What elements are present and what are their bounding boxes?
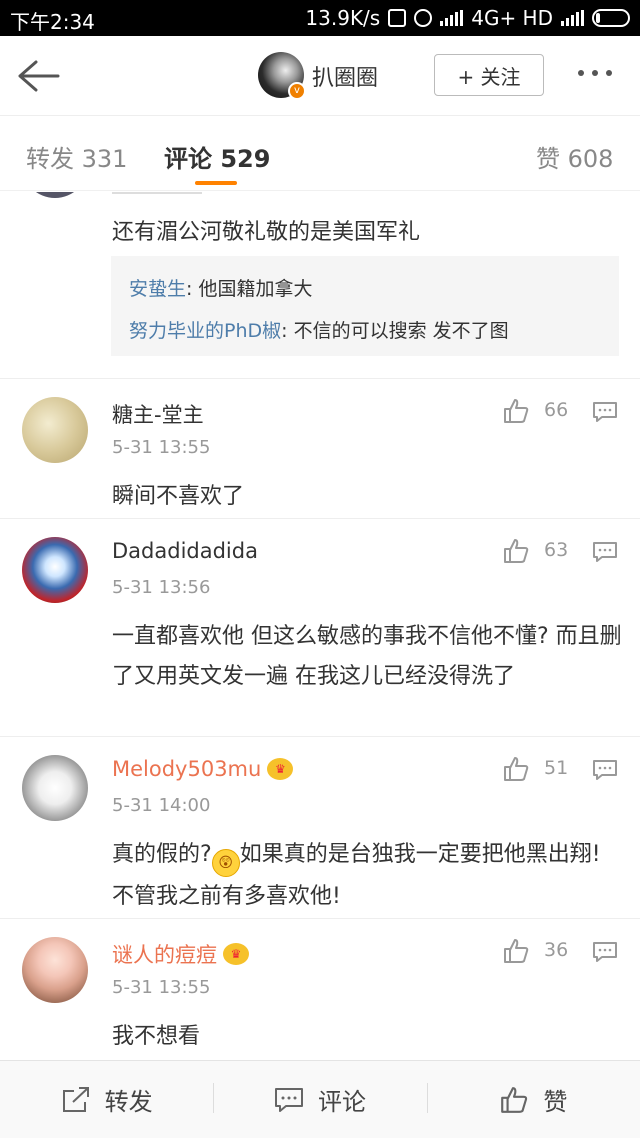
comment-button[interactable]: 评论 <box>213 1061 426 1138</box>
avatar[interactable] <box>22 192 88 198</box>
avatar[interactable] <box>22 937 88 1003</box>
status-right: 13.9K/s 4G+ HD <box>305 6 630 30</box>
comment-item[interactable]: 糖主-堂主 5-31 13:55 66 瞬间不喜欢了 <box>0 378 640 518</box>
comment-text: 真的假的? 😲 如果真的是台独我一定要把他黑出翔! 不管我之前有多喜欢他! <box>112 842 601 909</box>
status-bar: 下午2:34 13.9K/s 4G+ HD <box>0 0 640 36</box>
reply-text: : 不信的可以搜索 发不了图 <box>281 320 509 342</box>
like-count: 36 <box>544 939 569 961</box>
signal2-icon <box>561 10 584 26</box>
thumbs-up-icon[interactable] <box>502 537 530 565</box>
mute-icon <box>388 9 407 27</box>
thumbs-up-icon[interactable] <box>502 397 530 425</box>
comment-item[interactable]: Melody503mu ♛ 5-31 14:00 51 真的假的? 😲 如果真的是台独… <box>0 736 640 918</box>
reply-icon[interactable] <box>592 401 618 423</box>
tab-bar: 转发 331 评论 529 赞 608 <box>0 117 640 191</box>
comment-date: 5-31 13:55 <box>112 437 211 458</box>
tab-active-indicator <box>195 181 237 185</box>
tab-repost[interactable]: 转发 331 <box>26 139 127 174</box>
comment-icon <box>274 1087 303 1112</box>
tab-comments[interactable]: 评论 529 <box>164 139 270 174</box>
like-count: 66 <box>544 399 569 421</box>
comment-author[interactable]: Melody503mu ♛ <box>112 757 294 781</box>
like-count: 51 <box>544 757 569 779</box>
vip-crown-icon: ♛ <box>223 943 249 965</box>
comment-text: 一直都喜欢他 但这么敏感的事我不信他不懂? 而且删了又用英文发一遍 在我这儿已经… <box>112 624 622 689</box>
repost-icon <box>62 1086 89 1112</box>
thumbs-up-icon[interactable] <box>502 937 530 965</box>
comment-author[interactable]: Dadadidadida <box>112 539 258 563</box>
verified-badge-icon: v <box>288 82 306 100</box>
bottom-action-bar: 转发 评论 赞 <box>0 1060 640 1138</box>
reply-user-link[interactable]: 安蛰生 <box>129 278 186 300</box>
back-arrow-icon[interactable] <box>16 58 60 94</box>
comment-date: 5-31 13:56 <box>112 577 211 598</box>
thumbs-up-icon[interactable] <box>502 755 530 783</box>
tab-likes[interactable]: 赞 608 <box>536 139 613 174</box>
user-name[interactable]: 扒圈圈 <box>312 60 378 92</box>
comment-date: 5-31 14:00 <box>112 795 211 816</box>
comment-text: 我不想看 <box>112 1024 201 1049</box>
reply-user-link[interactable]: 努力毕业的PhD椒 <box>129 320 281 342</box>
avatar[interactable] <box>22 537 88 603</box>
comment-list[interactable]: 还有湄公河敬礼敬的是美国军礼 安蛰生: 他国籍加拿大 努力毕业的PhD椒: 不信… <box>0 192 640 1060</box>
alarm-icon <box>414 9 433 27</box>
more-options-icon[interactable] <box>578 70 612 76</box>
like-count: 63 <box>544 539 569 561</box>
comment-author[interactable]: 糖主-堂主 <box>112 399 204 429</box>
top-nav: v 扒圈圈 + 关注 <box>0 36 640 116</box>
battery-icon <box>592 9 630 27</box>
status-time: 下午2:34 <box>10 10 95 34</box>
like-button[interactable]: 赞 <box>426 1061 640 1138</box>
reply-text: : 他国籍加拿大 <box>186 278 313 300</box>
reply-icon[interactable] <box>592 941 618 963</box>
repost-label: 转发 <box>104 1088 153 1116</box>
comment-item[interactable]: 谜人的痘痘 ♛ 5-31 13:55 36 我不想看 <box>0 918 640 1060</box>
reply-icon[interactable] <box>592 541 618 563</box>
comment-text: 还有湄公河敬礼敬的是美国军礼 <box>112 220 421 245</box>
comment-label: 评论 <box>317 1088 366 1116</box>
shocked-emoji-icon: 😲 <box>211 849 240 877</box>
reply-item[interactable]: 安蛰生: 他国籍加拿大 <box>129 268 601 310</box>
avatar[interactable] <box>22 397 88 463</box>
reply-icon[interactable] <box>592 759 618 781</box>
comment-author[interactable]: 谜人的痘痘 ♛ <box>112 939 249 969</box>
reply-box[interactable]: 安蛰生: 他国籍加拿大 努力毕业的PhD椒: 不信的可以搜索 发不了图 <box>111 256 619 356</box>
comment-date: 5-31 13:55 <box>112 977 211 998</box>
like-label: 赞 <box>543 1088 568 1116</box>
network-type: 4G+ HD <box>471 6 553 30</box>
comment-item[interactable]: Dadadidadida 5-31 13:56 63 一直都喜欢他 但这么敏感的… <box>0 518 640 736</box>
signal-icon <box>440 10 464 26</box>
repost-button[interactable]: 转发 <box>0 1061 213 1138</box>
thumbs-up-icon <box>501 1086 528 1113</box>
net-speed: 13.9K/s <box>305 6 381 30</box>
avatar[interactable] <box>22 755 88 821</box>
partial-date <box>112 192 202 194</box>
vip-crown-icon: ♛ <box>267 758 294 780</box>
reply-item[interactable]: 努力毕业的PhD椒: 不信的可以搜索 发不了图 <box>129 310 601 352</box>
follow-button[interactable]: + 关注 <box>434 54 544 96</box>
comment-text: 瞬间不喜欢了 <box>112 484 245 509</box>
